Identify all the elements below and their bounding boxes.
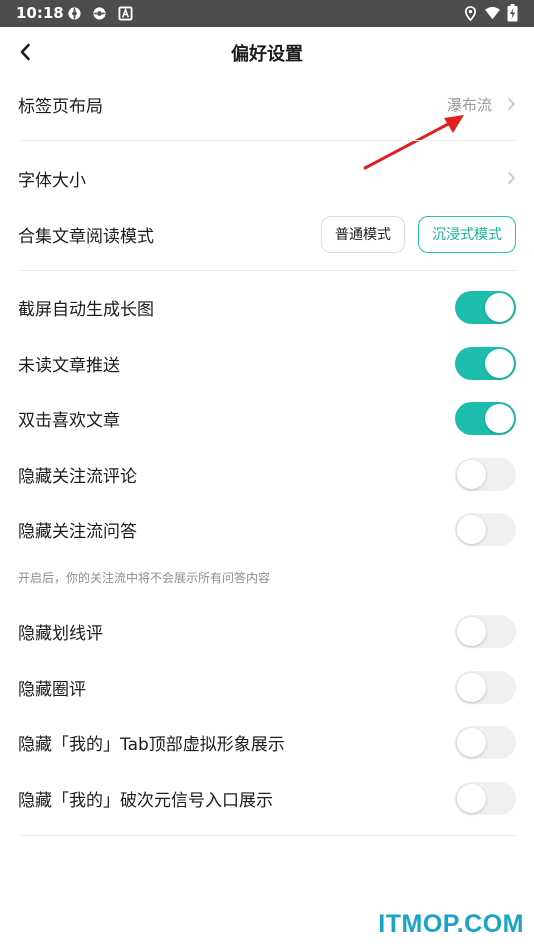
watermark: ITMOP.COM — [378, 910, 524, 938]
divider — [18, 270, 516, 271]
toggle-row-hide-avatar-display: 隐藏「我的」Tab顶部虚拟形象展示 — [18, 726, 516, 759]
toggle-switch[interactable] — [455, 347, 516, 380]
a-notification-icon — [118, 6, 133, 21]
page-title: 偏好设置 — [231, 44, 303, 65]
toggle-switch[interactable] — [455, 782, 516, 815]
toggle-knob — [457, 728, 486, 757]
toggle-switch[interactable] — [455, 458, 516, 491]
toggle-label: 未读文章推送 — [18, 356, 120, 376]
reading-mode-label: 合集文章阅读模式 — [18, 226, 154, 247]
normal-mode-button[interactable]: 普通模式 — [321, 215, 405, 253]
toggle-label: 隐藏关注流问答 — [18, 522, 137, 542]
toggle-row-hide-dimension-entry: 隐藏「我的」破次元信号入口展示 — [18, 782, 516, 815]
toggle-row-hide-follow-comments: 隐藏关注流评论 — [18, 458, 516, 491]
gear-sync-icon — [93, 7, 106, 20]
status-bar: 10:18 — [0, 0, 534, 27]
toggle-label: 隐藏「我的」Tab顶部虚拟形象展示 — [18, 735, 285, 755]
divider — [18, 835, 516, 836]
toggle-knob — [485, 349, 514, 378]
location-icon — [464, 6, 477, 21]
reading-mode-row: 合集文章阅读模式 普通模式 沉浸式模式 — [18, 214, 516, 254]
nav-bar: 偏好设置 — [0, 27, 534, 77]
font-size-label: 字体大小 — [18, 170, 86, 191]
toggle-knob — [457, 784, 486, 813]
toggle-row-hide-circle-comments: 隐藏圈评 — [18, 671, 516, 704]
immersive-mode-button[interactable]: 沉浸式模式 — [418, 215, 516, 253]
tab-layout-label: 标签页布局 — [18, 96, 103, 117]
status-time: 10:18 — [16, 4, 64, 22]
toggle-row-double-tap-like: 双击喜欢文章 — [18, 402, 516, 435]
toggle-switch[interactable] — [455, 291, 516, 324]
wifi-icon — [485, 6, 500, 20]
toggle-label: 隐藏划线评 — [18, 624, 103, 644]
toggle-switch[interactable] — [455, 513, 516, 546]
toggle-switch[interactable] — [455, 726, 516, 759]
toggle-knob — [485, 404, 514, 433]
toggle-label: 截屏自动生成长图 — [18, 300, 154, 320]
reading-mode-options: 普通模式 沉浸式模式 — [321, 215, 516, 253]
toggle-row-screenshot-long-image: 截屏自动生成长图 — [18, 291, 516, 324]
font-size-row[interactable]: 字体大小 — [18, 158, 516, 198]
battery-charging-icon — [507, 4, 518, 22]
toggle-switch[interactable] — [455, 402, 516, 435]
toggle-row-hide-follow-qa: 隐藏关注流问答 — [18, 513, 516, 546]
gear-sync-icon — [68, 7, 81, 20]
toggle-knob — [457, 617, 486, 646]
toggle-label: 隐藏圈评 — [18, 680, 86, 700]
toggle-row-hide-underline-comments: 隐藏划线评 — [18, 615, 516, 648]
toggle-knob — [457, 460, 486, 489]
toggle-label: 隐藏关注流评论 — [18, 467, 137, 487]
chevron-right-icon — [508, 172, 516, 184]
toggle-switch[interactable] — [455, 671, 516, 704]
toggle-knob — [457, 673, 486, 702]
toggle-row-unread-push: 未读文章推送 — [18, 347, 516, 380]
toggle-label: 双击喜欢文章 — [18, 411, 120, 431]
chevron-right-icon — [508, 98, 516, 110]
toggle-label: 隐藏「我的」破次元信号入口展示 — [18, 791, 273, 811]
hide-qa-hint: 开启后，你的关注流中将不会展示所有问答内容 — [18, 571, 271, 585]
divider — [18, 140, 516, 141]
toggle-switch[interactable] — [455, 615, 516, 648]
toggle-knob — [457, 515, 486, 544]
toggle-knob — [485, 293, 514, 322]
